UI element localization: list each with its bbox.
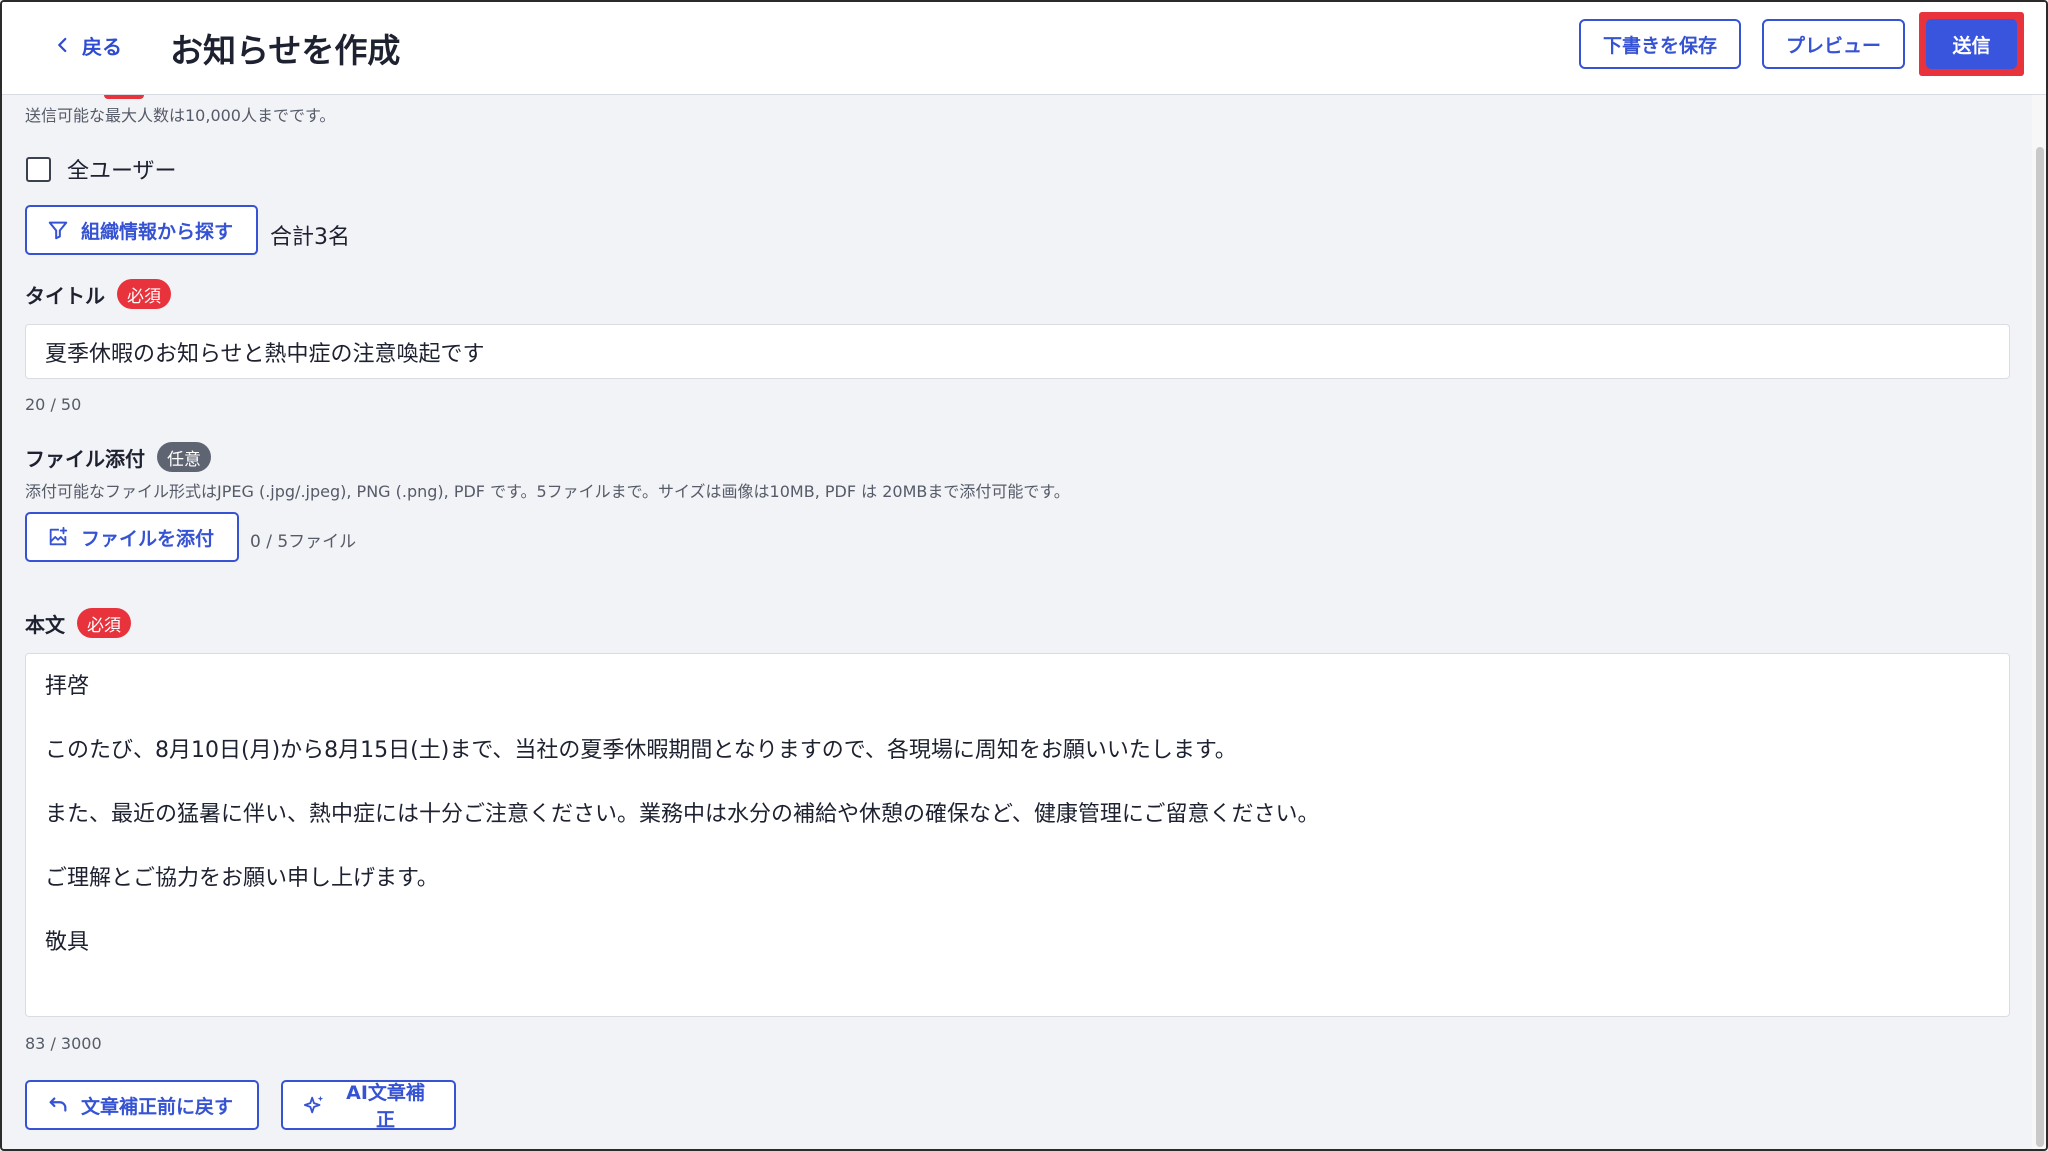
all-users-option[interactable]: 全ユーザー [26,153,177,185]
search-organization-button[interactable]: 組織情報から探す [25,205,258,255]
undo-icon [49,1097,67,1112]
attach-file-button[interactable]: ファイルを添付 [25,512,239,562]
back-label: 戻る [82,34,122,59]
required-badge: 必須 [77,608,131,638]
preview-button[interactable]: プレビュー [1762,19,1905,69]
attachment-label-row: ファイル添付 任意 [25,442,211,472]
revert-correction-button[interactable]: 文章補正前に戻す [25,1080,259,1130]
attachment-hint: 添付可能なファイル形式はJPEG (.jpg/.jpeg), PNG (.png… [25,482,1070,501]
filter-icon [48,221,68,240]
recipient-total: 合計3名 [270,225,350,250]
body-char-counter: 83 / 3000 [25,1034,102,1053]
required-badge: 必須 [117,279,171,309]
ai-correction-button[interactable]: AI文章補正 [281,1080,456,1131]
revert-correction-label: 文章補正前に戻す [81,1095,234,1118]
all-users-label: 全ユーザー [67,159,177,184]
body-paragraph: このたび、8月10日(月)から8月15日(土)まで、当社の夏季休暇期間となります… [45,738,1237,763]
required-badge-fragment [104,95,144,99]
title-label-row: タイトル 必須 [25,279,171,309]
body-label-row: 本文 必須 [25,608,131,638]
attachment-label: ファイル添付 [25,446,145,471]
body-paragraph: 拝啓 [45,674,90,699]
all-users-checkbox[interactable] [26,156,51,182]
attach-file-label: ファイルを添付 [81,527,215,550]
body-paragraph: また、最近の猛暑に伴い、熱中症には十分ご注意ください。業務中は水分の補給や休憩の… [45,802,1320,827]
body-paragraph: ご理解とご協力をお願い申し上げます。 [45,866,439,891]
body-paragraph: 敬具 [45,930,90,955]
add-image-icon [49,526,68,546]
form-content: 送信可能な最大人数は10,000人までです。 全ユーザー 組織情報から探す 合計… [2,95,2032,1149]
body-textarea[interactable]: 拝啓 このたび、8月10日(月)から8月15日(土)まで、当社の夏季休暇期間とな… [25,653,2010,1017]
save-draft-button[interactable]: 下書きを保存 [1579,19,1741,69]
page-header: 戻る お知らせを作成 下書きを保存 プレビュー 送信 [2,2,2046,95]
file-count: 0 / 5ファイル [250,532,357,552]
title-char-counter: 20 / 50 [25,395,82,414]
optional-badge: 任意 [157,442,211,472]
search-organization-label: 組織情報から探す [81,220,234,243]
page-title: お知らせを作成 [170,31,401,70]
ai-correction-label: AI文章補正 [346,1082,425,1131]
title-input[interactable]: 夏季休暇のお知らせと熱中症の注意喚起です [25,324,2010,379]
scrollbar-thumb[interactable] [2036,147,2044,1147]
body-label: 本文 [25,612,65,637]
sparkle-icon [303,1095,324,1114]
app-window: 戻る お知らせを作成 下書きを保存 プレビュー 送信 送信可能な最大人数は10,… [0,0,2048,1151]
max-recipients-hint: 送信可能な最大人数は10,000人までです。 [25,106,336,125]
send-button[interactable]: 送信 [1926,19,2017,69]
send-button-highlight: 送信 [1919,12,2024,76]
chevron-left-icon [58,37,67,53]
back-link[interactable]: 戻る [54,30,122,60]
title-label: タイトル [25,283,105,308]
